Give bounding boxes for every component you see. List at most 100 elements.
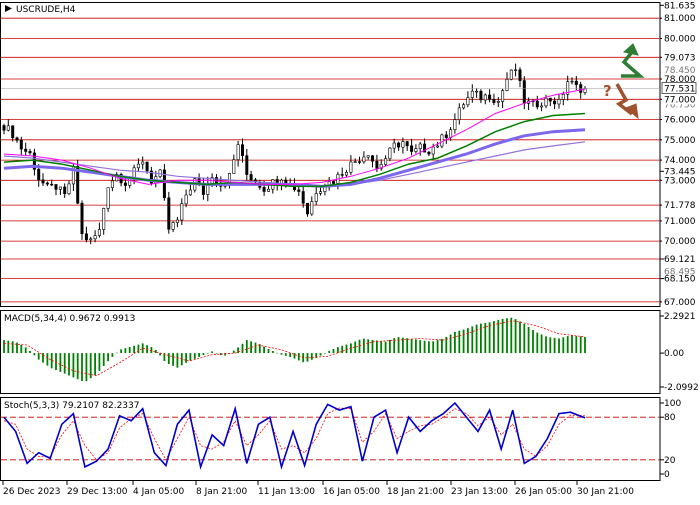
candle-body bbox=[24, 148, 28, 152]
price-tick-label: 71.778 bbox=[664, 201, 696, 211]
macd-bar bbox=[562, 337, 565, 354]
candle-body bbox=[344, 172, 348, 176]
candle-body bbox=[453, 119, 457, 130]
macd-bar bbox=[467, 328, 469, 354]
candle-body bbox=[392, 142, 396, 149]
x-axis: 26 Dec 2023 29 Dec 13:00 4 Jan 05:00 8 Jan … bbox=[2, 480, 634, 497]
candle-body bbox=[63, 186, 67, 194]
candle-body bbox=[397, 142, 401, 148]
macd-bar bbox=[341, 345, 344, 354]
stoch-title: Stoch(5,3,3) 79.2107 82.2337 bbox=[4, 401, 139, 411]
price-tick-label: 74.000 bbox=[664, 156, 696, 166]
candle-body bbox=[470, 90, 474, 98]
macd-bar bbox=[115, 352, 118, 354]
candle-body bbox=[318, 191, 322, 194]
candle-body bbox=[535, 100, 539, 108]
macd-tick-label: 0.00 bbox=[664, 349, 684, 359]
candle-body bbox=[2, 125, 6, 131]
candle-body bbox=[401, 141, 405, 148]
candle-body bbox=[518, 69, 522, 81]
candle-body bbox=[89, 238, 93, 241]
candle-body bbox=[427, 151, 431, 155]
candle-body bbox=[440, 134, 444, 147]
price-frame bbox=[0, 2, 661, 307]
macd-bar bbox=[532, 330, 534, 353]
x-tick-label: 29 Dec 13:00 bbox=[67, 487, 128, 497]
candle-body bbox=[323, 186, 327, 192]
candle-body bbox=[110, 180, 114, 188]
macd-bar bbox=[167, 353, 170, 364]
candle-body bbox=[132, 167, 136, 179]
macd-bar bbox=[527, 327, 530, 354]
macd-bar bbox=[37, 353, 40, 360]
macd-bar bbox=[176, 353, 179, 368]
candle-body bbox=[340, 174, 344, 176]
candle-body bbox=[50, 183, 54, 186]
arrow-up-stroke bbox=[621, 50, 645, 78]
macd-bar bbox=[172, 353, 174, 366]
macd-tick-label: -2.0992 bbox=[664, 383, 699, 393]
macd-bar bbox=[510, 317, 513, 354]
candle-body bbox=[58, 186, 62, 190]
macd-bar bbox=[280, 353, 283, 355]
macd-bar bbox=[206, 353, 209, 354]
macd-bar bbox=[284, 353, 287, 356]
candle-body bbox=[19, 140, 23, 150]
price-tick-label: 73.000 bbox=[664, 176, 696, 186]
macd-bar bbox=[193, 353, 196, 359]
candle-body bbox=[366, 155, 370, 158]
macd-bar bbox=[7, 340, 10, 353]
macd-bar bbox=[154, 350, 157, 353]
macd-bar bbox=[380, 341, 383, 353]
macd-bar bbox=[345, 344, 348, 354]
macd-bar bbox=[241, 343, 244, 354]
question-mark-label: ? bbox=[603, 82, 612, 100]
candle-body bbox=[167, 197, 171, 230]
macd-bar bbox=[33, 353, 36, 356]
macd-bar bbox=[98, 353, 101, 371]
macd-bar bbox=[76, 353, 79, 380]
macd-bar bbox=[293, 353, 296, 359]
macd-bar bbox=[133, 345, 135, 354]
macd-bar bbox=[428, 341, 430, 353]
macd-bar bbox=[441, 338, 443, 353]
candle-body bbox=[11, 125, 15, 139]
candle-body bbox=[466, 97, 470, 106]
x-tick-label: 11 Jan 13:00 bbox=[258, 487, 315, 497]
candle-body bbox=[175, 219, 179, 223]
macd-bar bbox=[120, 349, 122, 353]
x-tick-label: 26 Dec 2023 bbox=[3, 487, 61, 497]
macd-bar bbox=[475, 324, 478, 354]
macd-bar bbox=[436, 340, 439, 353]
candle-body bbox=[331, 181, 335, 184]
candle-body bbox=[357, 161, 361, 163]
stoch-tick-label: 0 bbox=[664, 470, 670, 480]
macd-bar bbox=[328, 350, 331, 353]
price-tick-label: 80.000 bbox=[664, 35, 696, 45]
macd-bar bbox=[449, 334, 452, 354]
macd-bar bbox=[454, 332, 456, 353]
candle-body bbox=[84, 233, 88, 241]
macd-bar bbox=[389, 339, 391, 353]
candle-body bbox=[236, 144, 240, 160]
current-price-label: 77.531 bbox=[664, 85, 696, 95]
candle-body bbox=[431, 146, 435, 155]
macd-title: MACD(5,34,4) 0.9672 0.9913 bbox=[4, 314, 135, 324]
arrow-up-icon bbox=[621, 43, 645, 78]
macd-bar bbox=[310, 353, 313, 360]
macd-bar bbox=[267, 349, 270, 353]
candle-body bbox=[136, 163, 140, 169]
candle-body bbox=[171, 222, 175, 230]
price-tick-label: 67.000 bbox=[664, 298, 696, 308]
x-tick-label: 26 Jan 05:00 bbox=[515, 487, 572, 497]
x-tick-label: 30 Jan 21:00 bbox=[577, 487, 634, 497]
candle-body bbox=[54, 184, 58, 190]
candle-body bbox=[215, 177, 219, 184]
arrow-up-head bbox=[622, 43, 639, 56]
candle-body bbox=[67, 183, 71, 194]
macd-bar bbox=[94, 353, 96, 376]
arrow-down-icon bbox=[615, 83, 639, 120]
macd-bar bbox=[59, 353, 62, 372]
candle-body bbox=[462, 104, 466, 109]
candle-body bbox=[102, 208, 106, 230]
